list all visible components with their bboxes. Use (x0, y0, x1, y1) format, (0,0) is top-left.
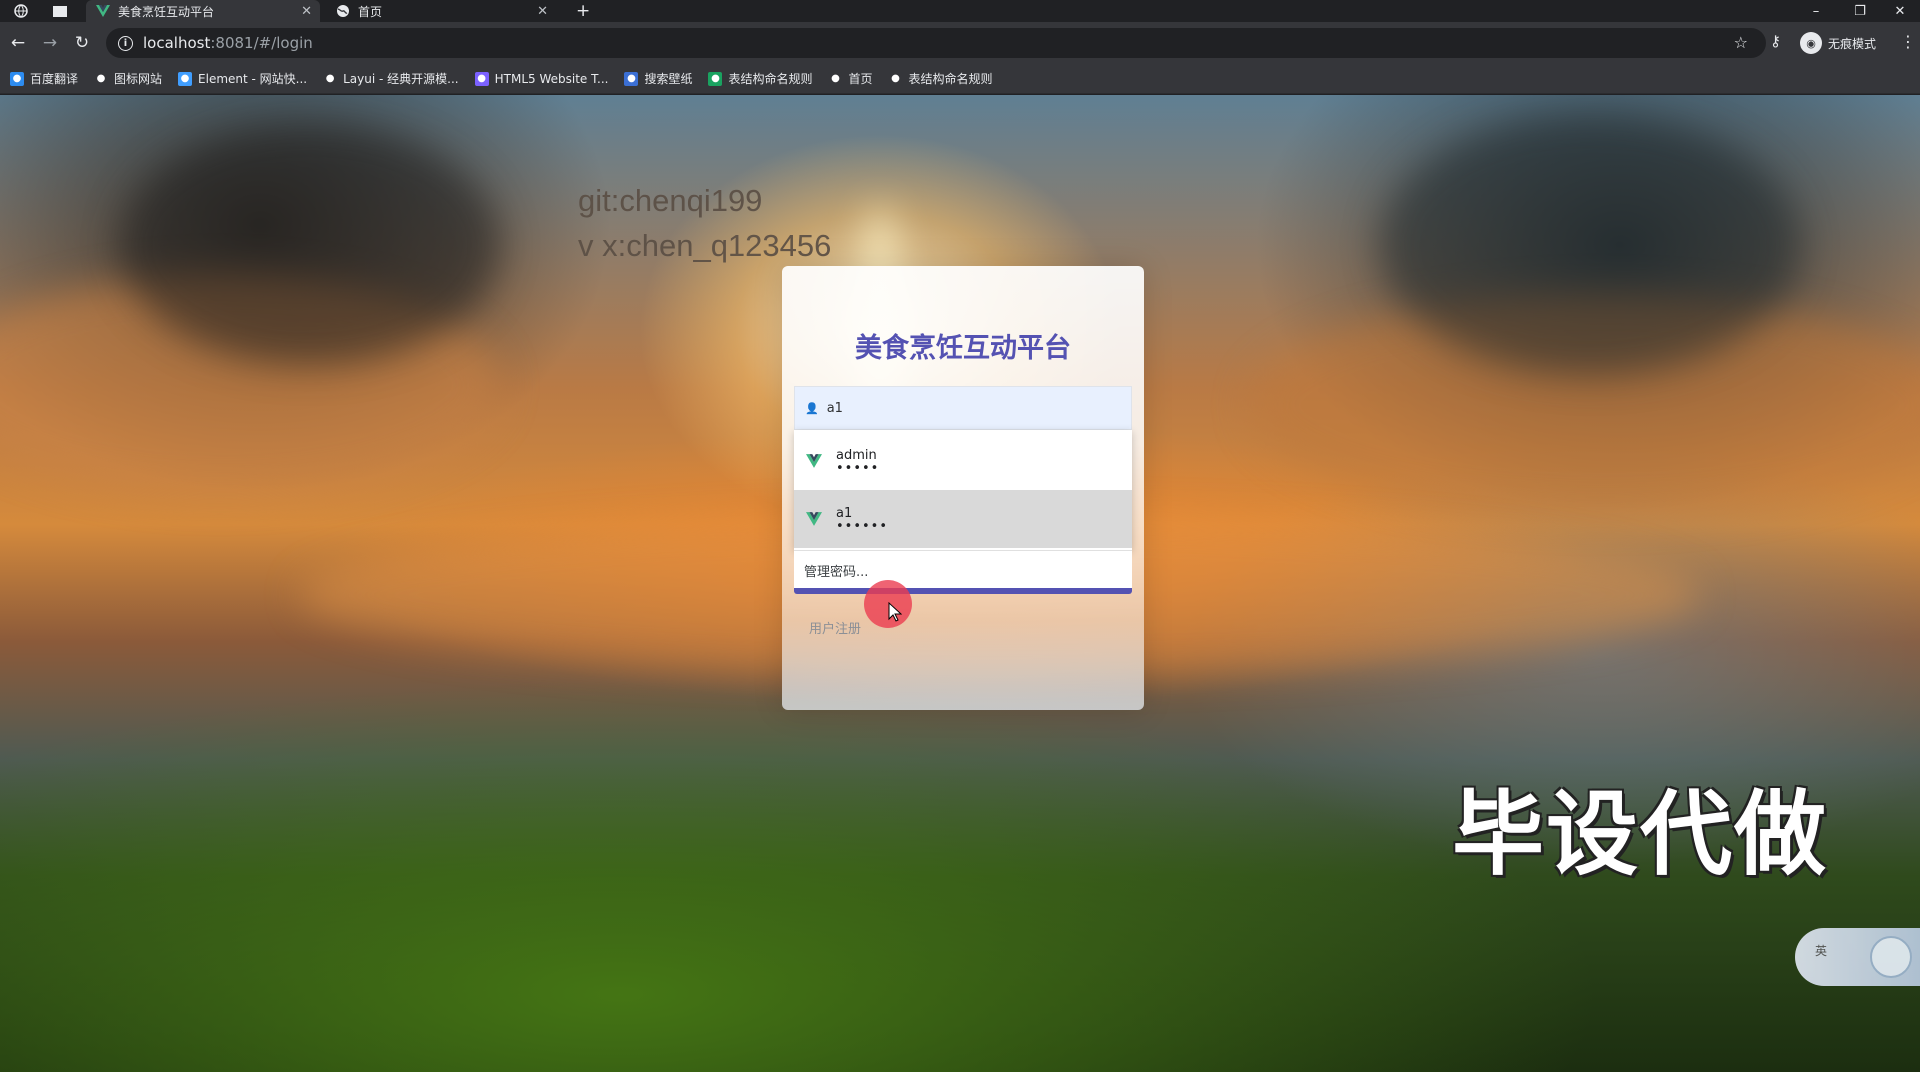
autofill-option-a1[interactable]: a1 •••••• (794, 490, 1132, 548)
incognito-icon: ◉ (1800, 32, 1822, 54)
bookmark-label: 表结构命名规则 (728, 72, 813, 86)
forward-icon[interactable]: → (38, 31, 62, 55)
watermark-line-2: v x:chen_q123456 (578, 228, 832, 263)
reload-icon[interactable]: ↻ (70, 31, 94, 55)
bookmark-item[interactable]: ● 百度翻译 (10, 70, 78, 87)
cloud-shape (1380, 115, 1800, 375)
profile-label: 无痕模式 (1828, 36, 1877, 51)
bookmark-item[interactable]: ● Element - 网站快... (178, 70, 307, 87)
bookmark-item[interactable]: ● 表结构命名规则 (708, 70, 812, 87)
tab-title: 美食烹饪互动平台 (118, 4, 215, 19)
element-icon: ● (178, 71, 193, 86)
watermark-line-1: git:chenqi199 (578, 183, 763, 218)
tab-strip: 美食烹饪互动平台 ✕ 首页 ✕ + – ❐ ✕ (0, 0, 1920, 22)
manage-passwords-option[interactable]: 管理密码... (794, 550, 1132, 590)
bookmark-star-icon[interactable]: ☆ (1734, 33, 1748, 52)
cloud-shape (120, 125, 500, 365)
bookmark-label: HTML5 Website T... (494, 71, 609, 86)
layui-icon: ● (323, 71, 338, 86)
bookmark-label: 搜索壁纸 (644, 72, 693, 86)
bookmark-label: 百度翻译 (30, 72, 79, 86)
url-path: :8081/#/login (210, 34, 313, 52)
bookmark-label: 图标网站 (114, 72, 163, 86)
ime-language: 英 (1815, 943, 1828, 958)
window-icon[interactable] (52, 0, 68, 22)
new-tab-button[interactable]: + (576, 0, 590, 22)
browser-toolbar: ← → ↻ i localhost:8081/#/login ☆ ⚷ ◉ 无痕模… (0, 22, 1920, 64)
wallpaper-icon: ● (624, 71, 639, 86)
tab-search-icon[interactable] (14, 0, 28, 22)
page-title: 美食烹饪互动平台 (855, 333, 1071, 364)
user-icon: 👤 (805, 401, 819, 415)
autofill-dropdown: admin ••••• a1 •••••• (794, 430, 1132, 550)
bookmark-item[interactable]: ● HTML5 Website T... (474, 71, 609, 86)
autofill-password: ••••• (836, 460, 880, 476)
tab-home[interactable]: 首页 ✕ (326, 0, 556, 22)
globe-icon (336, 4, 350, 18)
tab-title: 首页 (358, 4, 383, 19)
username-input[interactable]: 👤 a1 (794, 386, 1132, 430)
autofill-password: •••••• (836, 518, 889, 534)
close-tab-icon[interactable]: ✕ (537, 4, 548, 19)
address-bar[interactable]: i localhost:8081/#/login ☆ (106, 28, 1766, 58)
sheet-icon: ● (708, 71, 723, 86)
autofill-option-admin[interactable]: admin ••••• (794, 432, 1132, 490)
bookmark-item[interactable]: ● 搜索壁纸 (624, 70, 692, 87)
menu-icon[interactable]: ⋮ (1900, 32, 1916, 51)
vue-logo-icon (806, 454, 822, 468)
minimize-button[interactable]: – (1796, 0, 1836, 22)
close-tab-icon[interactable]: ✕ (301, 4, 312, 19)
bookmark-label: 表结构命名规则 (908, 72, 993, 86)
ime-mascot-icon (1870, 936, 1912, 978)
watermark-text: git:chenqi199 v x:chen_q123456 (578, 178, 831, 268)
ime-widget[interactable]: 英 (1795, 928, 1920, 986)
translate-icon: ● (10, 71, 24, 86)
bookmark-item[interactable]: ● 首页 (828, 70, 873, 87)
bookmark-item[interactable]: ● Layui - 经典开源模... (323, 70, 459, 87)
mouse-cursor-icon (888, 602, 902, 622)
globe-icon: ● (888, 71, 903, 86)
bookmark-label: 首页 (848, 72, 873, 86)
close-window-button[interactable]: ✕ (1880, 0, 1920, 22)
register-link[interactable]: 用户注册 (809, 618, 861, 637)
vue-logo-icon (806, 512, 822, 526)
login-button[interactable] (794, 588, 1132, 594)
bookmark-item[interactable]: ● 表结构命名规则 (888, 70, 993, 87)
url-host: localhost (143, 34, 211, 52)
username-value: a1 (826, 400, 843, 416)
vue-logo-icon (96, 4, 110, 18)
restore-button[interactable]: ❐ (1840, 0, 1880, 22)
bookmark-item[interactable]: ● 图标网站 (94, 70, 162, 87)
bookmark-label: Layui - 经典开源模... (343, 72, 459, 86)
overlay-text: 毕设代做 (1452, 781, 1829, 888)
back-icon[interactable]: ← (6, 31, 30, 55)
info-icon[interactable]: i (118, 35, 133, 51)
bookmarks-bar: ● 百度翻译 ● 图标网站 ● Element - 网站快... ● Layui - 经典开源… (0, 64, 1920, 94)
flag-icon: ● (94, 71, 109, 86)
tab-login[interactable]: 美食烹饪互动平台 ✕ (86, 0, 320, 22)
incognito-profile[interactable]: ◉ 无痕模式 (1800, 32, 1876, 54)
login-card: 美食烹饪互动平台 👤 a1 admin ••••• a1 •••••• 管理密码… (782, 266, 1144, 710)
html5-icon: ● (474, 71, 489, 86)
globe-icon: ● (828, 71, 843, 86)
key-icon[interactable]: ⚷ (1770, 32, 1781, 50)
bookmark-label: Element - 网站快... (198, 72, 308, 86)
